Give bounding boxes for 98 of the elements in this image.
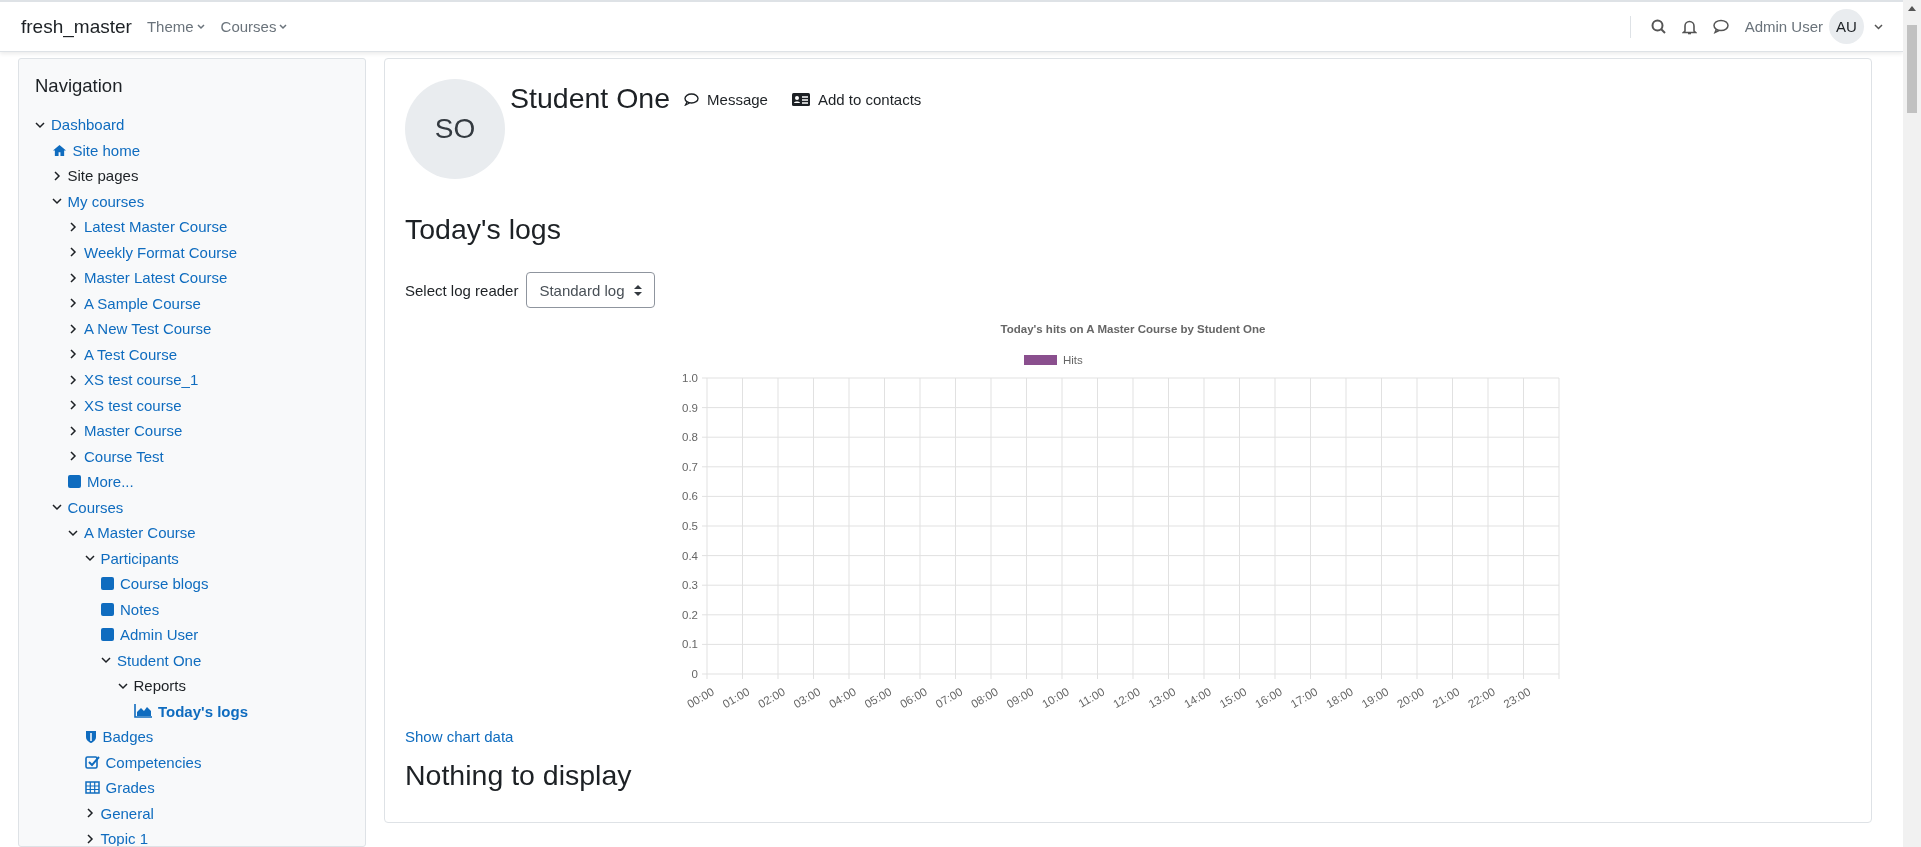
navigation-item[interactable]: Courses	[51, 498, 124, 516]
show-chart-data-link[interactable]: Show chart data	[405, 728, 514, 745]
legend-label: Hits	[1063, 354, 1084, 366]
navigation-item[interactable]: Notes	[101, 600, 160, 618]
chevron-down-icon[interactable]	[101, 655, 111, 666]
navigation-item[interactable]: A Master Course	[68, 524, 196, 542]
shield-icon	[84, 729, 97, 744]
y-tick-label: 0.1	[682, 638, 698, 651]
chevron-right-icon[interactable]	[68, 298, 78, 309]
y-tick-label: 0.7	[682, 460, 698, 473]
empty-message: Nothing to display	[405, 759, 633, 792]
page-heading: Today's logs	[405, 213, 562, 246]
navigation-item[interactable]: A Test Course	[68, 345, 178, 363]
select-label: Select log reader	[405, 281, 519, 299]
site-brand[interactable]: fresh_master	[21, 15, 132, 38]
y-tick-label: 0.4	[682, 549, 698, 562]
area-chart-icon	[134, 704, 152, 719]
y-tick-label: 1.0	[682, 372, 698, 384]
chevron-right-icon[interactable]	[68, 374, 78, 385]
legend-item[interactable]: Hits	[1024, 354, 1083, 366]
chevron-down-icon[interactable]	[51, 502, 62, 513]
y-tick-label: 0.6	[682, 490, 698, 503]
square-icon	[68, 475, 81, 489]
navigation-item[interactable]: Admin User	[101, 626, 199, 644]
chevron-down-icon[interactable]	[68, 527, 78, 538]
add-contact-link[interactable]: Add to contacts	[791, 91, 922, 108]
chevron-right-icon[interactable]	[68, 247, 78, 258]
navigation-item[interactable]: Site home	[51, 141, 141, 159]
scrollbar-thumb[interactable]	[1907, 25, 1917, 113]
navigation-item[interactable]: A New Test Course	[68, 320, 212, 338]
table-icon	[84, 781, 100, 795]
navigation-item[interactable]: More...	[68, 473, 134, 491]
square-icon	[101, 628, 114, 642]
chevron-down-icon[interactable]	[51, 196, 62, 207]
speech-bubble-icon	[684, 93, 700, 106]
scrollbar[interactable]	[1903, 0, 1921, 847]
navigation-item[interactable]: Competencies	[84, 753, 202, 771]
profile-name: Student One	[510, 81, 671, 116]
user-avatar[interactable]: AU	[1829, 9, 1864, 44]
navigation-item[interactable]: Course blogs	[101, 575, 209, 593]
navigation-item[interactable]: My courses	[51, 192, 145, 210]
chart-title: Today's hits on A Master Course by Student One	[1000, 323, 1266, 335]
square-icon	[101, 577, 114, 591]
chevron-right-icon[interactable]	[84, 833, 95, 844]
panel-title: Navigation	[35, 75, 124, 97]
log-reader-select[interactable]: Standard log	[526, 272, 656, 308]
bell-icon[interactable]	[1681, 18, 1697, 35]
navbar-menu[interactable]: Courses	[220, 18, 288, 35]
navigation-item[interactable]: Participants	[84, 549, 179, 567]
y-tick-label: 0	[691, 668, 698, 680]
search-icon[interactable]	[1650, 19, 1666, 34]
y-tick-label: 0.2	[682, 608, 698, 621]
caret-icon[interactable]	[1874, 23, 1883, 30]
chevron-right-icon[interactable]	[68, 349, 78, 360]
square-icon	[101, 602, 114, 616]
chevron-right-icon[interactable]	[68, 400, 78, 411]
caret-icon	[279, 23, 288, 30]
message-link[interactable]: Message	[684, 91, 768, 108]
navigation-item[interactable]: Course Test	[68, 447, 164, 465]
y-tick-label: 0.3	[682, 579, 698, 592]
contact-card-icon	[791, 93, 810, 106]
scroll-up-arrow-icon[interactable]	[1908, 6, 1916, 11]
navigation-item[interactable]: Reports	[117, 677, 187, 695]
chevron-right-icon[interactable]	[68, 221, 78, 232]
caret-icon	[196, 23, 205, 30]
chevron-down-icon[interactable]	[35, 119, 45, 130]
user-name[interactable]: Admin User	[1744, 18, 1823, 35]
navigation-item[interactable]: Latest Master Course	[68, 218, 228, 236]
chevron-right-icon[interactable]	[84, 808, 95, 819]
chat-bubble-icon[interactable]	[1712, 19, 1729, 34]
navigation-item[interactable]: Site pages	[51, 167, 139, 185]
navigation-item[interactable]: General	[84, 804, 154, 822]
navigation-item[interactable]: Badges	[84, 728, 154, 746]
navigation-item[interactable]: XS test course	[68, 396, 182, 414]
navigation-item[interactable]: XS test course_1	[68, 371, 199, 389]
y-tick-label: 0.5	[682, 520, 698, 532]
sort-arrows-icon	[634, 284, 643, 296]
navigation-item[interactable]: Master Course	[68, 422, 183, 440]
profile-avatar: SO	[405, 79, 505, 179]
checked-box-icon	[84, 755, 100, 770]
chevron-right-icon[interactable]	[51, 170, 62, 181]
navigation-item[interactable]: Dashboard	[35, 116, 125, 134]
chevron-right-icon[interactable]	[68, 451, 78, 462]
navigation-item[interactable]: Grades	[84, 779, 155, 797]
navigation-item[interactable]: Today's logs	[134, 702, 248, 720]
navbar-menu[interactable]: Theme	[146, 18, 205, 35]
chevron-down-icon[interactable]	[117, 680, 128, 691]
chevron-right-icon[interactable]	[68, 323, 78, 334]
navigation-item[interactable]: Master Latest Course	[68, 269, 228, 287]
home-icon	[51, 143, 67, 157]
navigation-item[interactable]: Weekly Format Course	[68, 243, 238, 261]
chevron-right-icon[interactable]	[68, 425, 78, 436]
navigation-item[interactable]: A Sample Course	[68, 294, 201, 312]
navigation-item[interactable]: Student One	[101, 651, 202, 669]
chevron-down-icon[interactable]	[84, 553, 95, 564]
y-tick-label: 0.9	[682, 401, 698, 414]
chevron-right-icon[interactable]	[68, 272, 78, 283]
y-tick-label: 0.8	[682, 431, 698, 444]
